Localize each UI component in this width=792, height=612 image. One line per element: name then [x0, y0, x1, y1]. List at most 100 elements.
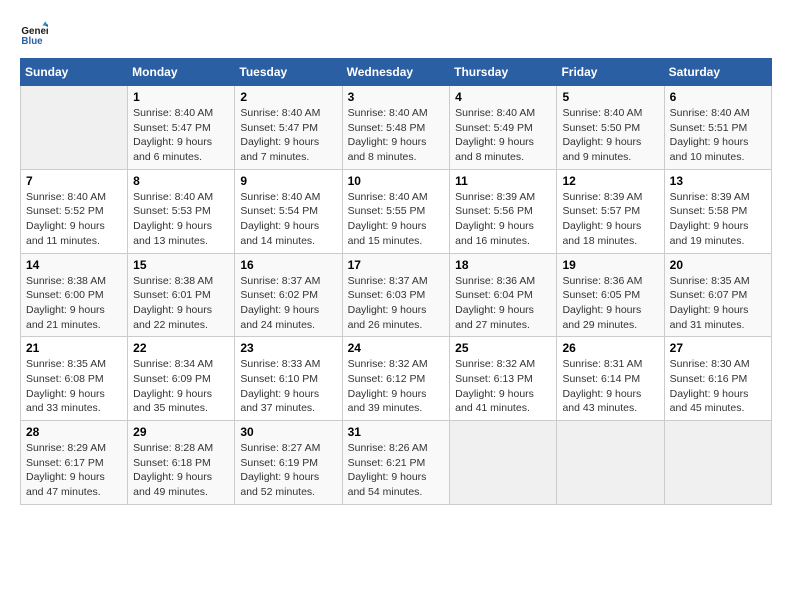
weekday-header-thursday: Thursday [450, 59, 557, 86]
day-number: 27 [670, 341, 766, 355]
day-number: 3 [348, 90, 445, 104]
calendar-cell: 12 Sunrise: 8:39 AMSunset: 5:57 PMDayligh… [557, 169, 664, 253]
calendar-cell: 7 Sunrise: 8:40 AMSunset: 5:52 PMDaylight… [21, 169, 128, 253]
calendar-cell: 1 Sunrise: 8:40 AMSunset: 5:47 PMDaylight… [128, 86, 235, 170]
day-number: 18 [455, 258, 551, 272]
calendar-cell: 24Sunrise: 8:32 AMSunset: 6:12 PMDayligh… [342, 337, 450, 421]
cell-info: Sunrise: 8:39 AMSunset: 5:56 PMDaylight:… [455, 190, 551, 249]
day-number: 12 [562, 174, 658, 188]
calendar-cell: 20Sunrise: 8:35 AMSunset: 6:07 PMDayligh… [664, 253, 771, 337]
cell-info: Sunrise: 8:30 AMSunset: 6:16 PMDaylight:… [670, 357, 766, 416]
day-number: 7 [26, 174, 122, 188]
weekday-header-friday: Friday [557, 59, 664, 86]
cell-info: Sunrise: 8:40 AMSunset: 5:55 PMDaylight:… [348, 190, 445, 249]
calendar-cell: 4Sunrise: 8:40 AMSunset: 5:49 PMDaylight… [450, 86, 557, 170]
weekday-header-saturday: Saturday [664, 59, 771, 86]
calendar-table: SundayMondayTuesdayWednesdayThursdayFrid… [20, 58, 772, 505]
week-row-2: 7 Sunrise: 8:40 AMSunset: 5:52 PMDaylight… [21, 169, 772, 253]
day-number: 2 [240, 90, 336, 104]
calendar-cell: 19 Sunrise: 8:36 AMSunset: 6:05 PMDayligh… [557, 253, 664, 337]
cell-info: Sunrise: 8:36 AMSunset: 6:05 PMDaylight:… [562, 274, 658, 333]
cell-info: Sunrise: 8:37 AMSunset: 6:03 PMDaylight:… [348, 274, 445, 333]
day-number: 23 [240, 341, 336, 355]
calendar-cell [21, 86, 128, 170]
cell-info: Sunrise: 8:40 AMSunset: 5:51 PMDaylight:… [670, 106, 766, 165]
day-number: 6 [670, 90, 766, 104]
cell-info: Sunrise: 8:39 AMSunset: 5:57 PMDaylight:… [562, 190, 658, 249]
page-header: General Blue [20, 20, 772, 48]
day-number: 15 [133, 258, 229, 272]
cell-info: Sunrise: 8:39 AMSunset: 5:58 PMDaylight:… [670, 190, 766, 249]
calendar-cell: 10Sunrise: 8:40 AMSunset: 5:55 PMDayligh… [342, 169, 450, 253]
cell-info: Sunrise: 8:40 AMSunset: 5:47 PMDaylight:… [133, 106, 229, 165]
calendar-cell: 26 Sunrise: 8:31 AMSunset: 6:14 PMDayligh… [557, 337, 664, 421]
calendar-cell: 9 Sunrise: 8:40 AMSunset: 5:54 PMDaylight… [235, 169, 342, 253]
calendar-cell [557, 421, 664, 505]
cell-info: Sunrise: 8:26 AMSunset: 6:21 PMDaylight:… [348, 441, 445, 500]
cell-info: Sunrise: 8:38 AMSunset: 6:01 PMDaylight:… [133, 274, 229, 333]
cell-info: Sunrise: 8:29 AMSunset: 6:17 PMDaylight:… [26, 441, 122, 500]
calendar-cell: 16 Sunrise: 8:37 AMSunset: 6:02 PMDayligh… [235, 253, 342, 337]
day-number: 20 [670, 258, 766, 272]
calendar-cell: 14 Sunrise: 8:38 AMSunset: 6:00 PMDayligh… [21, 253, 128, 337]
cell-info: Sunrise: 8:36 AMSunset: 6:04 PMDaylight:… [455, 274, 551, 333]
day-number: 28 [26, 425, 122, 439]
day-number: 30 [240, 425, 336, 439]
calendar-cell: 31 Sunrise: 8:26 AMSunset: 6:21 PMDayligh… [342, 421, 450, 505]
logo: General Blue [20, 20, 52, 48]
day-number: 19 [562, 258, 658, 272]
day-number: 26 [562, 341, 658, 355]
calendar-cell: 8 Sunrise: 8:40 AMSunset: 5:53 PMDaylight… [128, 169, 235, 253]
day-number: 31 [348, 425, 445, 439]
day-number: 29 [133, 425, 229, 439]
calendar-cell: 17 Sunrise: 8:37 AMSunset: 6:03 PMDayligh… [342, 253, 450, 337]
logo-icon: General Blue [20, 20, 48, 48]
calendar-cell [664, 421, 771, 505]
calendar-cell: 3 Sunrise: 8:40 AMSunset: 5:48 PMDaylight… [342, 86, 450, 170]
day-number: 8 [133, 174, 229, 188]
cell-info: Sunrise: 8:27 AMSunset: 6:19 PMDaylight:… [240, 441, 336, 500]
cell-info: Sunrise: 8:34 AMSunset: 6:09 PMDaylight:… [133, 357, 229, 416]
calendar-cell: 29Sunrise: 8:28 AMSunset: 6:18 PMDayligh… [128, 421, 235, 505]
day-number: 25 [455, 341, 551, 355]
day-number: 16 [240, 258, 336, 272]
weekday-header-wednesday: Wednesday [342, 59, 450, 86]
week-row-3: 14 Sunrise: 8:38 AMSunset: 6:00 PMDayligh… [21, 253, 772, 337]
calendar-cell: 11 Sunrise: 8:39 AMSunset: 5:56 PMDayligh… [450, 169, 557, 253]
day-number: 4 [455, 90, 551, 104]
day-number: 13 [670, 174, 766, 188]
day-number: 14 [26, 258, 122, 272]
day-number: 17 [348, 258, 445, 272]
calendar-cell: 18 Sunrise: 8:36 AMSunset: 6:04 PMDayligh… [450, 253, 557, 337]
weekday-header-sunday: Sunday [21, 59, 128, 86]
cell-info: Sunrise: 8:35 AMSunset: 6:08 PMDaylight:… [26, 357, 122, 416]
cell-info: Sunrise: 8:40 AMSunset: 5:54 PMDaylight:… [240, 190, 336, 249]
cell-info: Sunrise: 8:37 AMSunset: 6:02 PMDaylight:… [240, 274, 336, 333]
calendar-cell: 5Sunrise: 8:40 AMSunset: 5:50 PMDaylight… [557, 86, 664, 170]
cell-info: Sunrise: 8:32 AMSunset: 6:13 PMDaylight:… [455, 357, 551, 416]
day-number: 22 [133, 341, 229, 355]
week-row-1: 1 Sunrise: 8:40 AMSunset: 5:47 PMDaylight… [21, 86, 772, 170]
day-number: 1 [133, 90, 229, 104]
day-number: 21 [26, 341, 122, 355]
cell-info: Sunrise: 8:33 AMSunset: 6:10 PMDaylight:… [240, 357, 336, 416]
calendar-cell: 28 Sunrise: 8:29 AMSunset: 6:17 PMDayligh… [21, 421, 128, 505]
calendar-cell: 22 Sunrise: 8:34 AMSunset: 6:09 PMDayligh… [128, 337, 235, 421]
calendar-cell: 23 Sunrise: 8:33 AMSunset: 6:10 PMDayligh… [235, 337, 342, 421]
cell-info: Sunrise: 8:40 AMSunset: 5:48 PMDaylight:… [348, 106, 445, 165]
calendar-cell: 13 Sunrise: 8:39 AMSunset: 5:58 PMDayligh… [664, 169, 771, 253]
cell-info: Sunrise: 8:40 AMSunset: 5:52 PMDaylight:… [26, 190, 122, 249]
day-number: 9 [240, 174, 336, 188]
cell-info: Sunrise: 8:32 AMSunset: 6:12 PMDaylight:… [348, 357, 445, 416]
cell-info: Sunrise: 8:40 AMSunset: 5:53 PMDaylight:… [133, 190, 229, 249]
week-row-5: 28 Sunrise: 8:29 AMSunset: 6:17 PMDayligh… [21, 421, 772, 505]
cell-info: Sunrise: 8:40 AMSunset: 5:47 PMDaylight:… [240, 106, 336, 165]
calendar-cell: 15 Sunrise: 8:38 AMSunset: 6:01 PMDayligh… [128, 253, 235, 337]
day-number: 11 [455, 174, 551, 188]
cell-info: Sunrise: 8:31 AMSunset: 6:14 PMDaylight:… [562, 357, 658, 416]
svg-text:Blue: Blue [21, 36, 43, 47]
cell-info: Sunrise: 8:38 AMSunset: 6:00 PMDaylight:… [26, 274, 122, 333]
calendar-cell: 25 Sunrise: 8:32 AMSunset: 6:13 PMDayligh… [450, 337, 557, 421]
calendar-cell: 27 Sunrise: 8:30 AMSunset: 6:16 PMDayligh… [664, 337, 771, 421]
calendar-cell: 30 Sunrise: 8:27 AMSunset: 6:19 PMDayligh… [235, 421, 342, 505]
